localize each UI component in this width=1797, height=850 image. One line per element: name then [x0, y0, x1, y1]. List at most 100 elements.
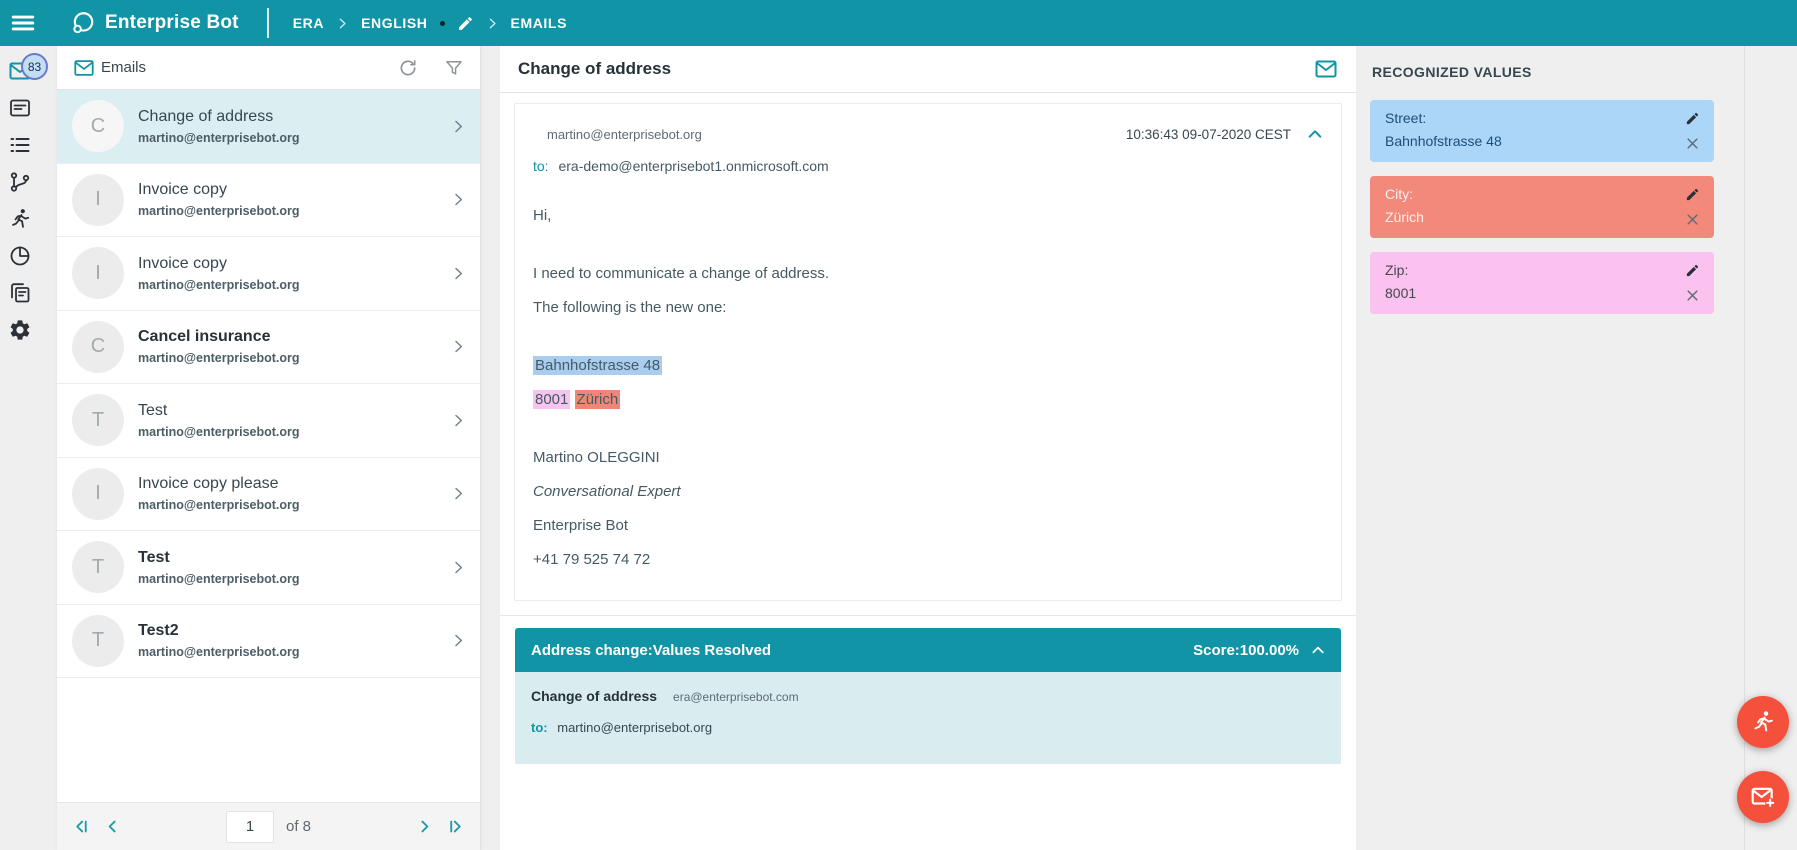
body-line: +41 79 525 74 72	[533, 548, 1323, 572]
email-list-item[interactable]: T Test2 martino@enterprisebot.org	[57, 604, 480, 678]
open-email-button[interactable]	[1314, 57, 1338, 81]
note-card-icon	[8, 96, 32, 120]
topbar-divider	[266, 8, 269, 38]
rail-item-entities[interactable]	[8, 132, 48, 158]
to-label: to:	[533, 158, 549, 174]
intent-title: Address change:Values Resolved	[531, 641, 772, 659]
body-line: Bahnhofstrasse 48	[533, 354, 1323, 378]
breadcrumb-item-era[interactable]: ERA	[293, 15, 324, 31]
rail-item-emails[interactable]: 83	[8, 53, 48, 84]
collapse-intent-button[interactable]	[1311, 643, 1325, 657]
remove-value-button[interactable]	[1685, 136, 1700, 151]
edit-value-button[interactable]	[1685, 111, 1700, 126]
email-card: martino@enterprisebot.org 10:36:43 09-07…	[514, 103, 1342, 601]
runner-icon	[1750, 709, 1776, 735]
value-card-value: Bahnhofstrasse 48	[1385, 133, 1502, 149]
page-next-icon	[416, 818, 433, 835]
breadcrumb-chevron-icon	[336, 17, 349, 30]
email-row-texts: Test2 martino@enterprisebot.org	[138, 622, 451, 659]
refresh-button[interactable]	[398, 58, 418, 78]
first-page-button[interactable]	[73, 818, 90, 835]
rail-item-training[interactable]	[8, 206, 48, 232]
email-row-sender: martino@enterprisebot.org	[138, 498, 300, 513]
compose-email-fab[interactable]	[1737, 771, 1789, 823]
chevron-right-icon	[451, 413, 466, 428]
breadcrumb: ERA ENGLISH EMAILS	[293, 15, 567, 32]
next-page-button[interactable]	[416, 818, 433, 835]
email-row-sender: martino@enterprisebot.org	[138, 277, 300, 292]
recipient-address: era-demo@enterprisebot1.onmicrosoft.com	[558, 158, 829, 174]
value-card-texts: Zip: 8001	[1385, 262, 1683, 304]
resolved-subject: Change of address	[531, 688, 658, 704]
email-row-texts: Change of address martino@enterprisebot.o…	[138, 108, 451, 145]
body-text: I need to communicate a change of addres…	[533, 265, 830, 282]
email-list-panel: Emails C Change of address martino@enterpr…	[57, 46, 481, 850]
training-fab[interactable]	[1737, 696, 1789, 748]
refresh-icon	[398, 58, 418, 78]
page-number-input[interactable]	[225, 810, 274, 843]
email-rows: C Change of address martino@enterprisebot.…	[57, 90, 480, 802]
email-list-header: Emails	[57, 46, 480, 90]
body-text: Conversational Expert	[533, 483, 681, 500]
email-list-item[interactable]: I Invoice copy martino@enterprisebot.org	[57, 163, 480, 237]
value-card-street: Street: Bahnhofstrasse 48	[1370, 100, 1714, 162]
pagination-center: of 8	[135, 810, 402, 843]
resolved-recipient-row: to: martino@enterprisebot.org	[531, 720, 1325, 735]
remove-value-button[interactable]	[1685, 288, 1700, 303]
email-row-sender: martino@enterprisebot.org	[138, 130, 300, 145]
collapse-email-button[interactable]	[1307, 126, 1323, 142]
email-row-sender: martino@enterprisebot.org	[138, 351, 300, 366]
email-list-item[interactable]: C Cancel insurance martino@enterprisebot.o…	[57, 310, 480, 384]
recognized-values-panel: RECOGNIZED VALUES Street: Bahnhofstrasse …	[1356, 46, 1797, 850]
body-text: Hi,	[533, 207, 552, 224]
pie-chart-icon	[8, 244, 32, 268]
avatar: T	[72, 541, 124, 594]
email-row-texts: Test martino@enterprisebot.org	[138, 549, 451, 586]
email-row-texts: Cancel insurance martino@enterprisebot.or…	[138, 328, 451, 365]
envelope-plus-icon	[1750, 784, 1776, 810]
rail-item-settings[interactable]	[8, 317, 48, 343]
email-meta-row: martino@enterprisebot.org 10:36:43 09-07…	[533, 126, 1323, 142]
edit-value-button[interactable]	[1685, 187, 1700, 202]
left-icon-rail: 83	[0, 46, 57, 850]
filter-button[interactable]	[444, 58, 464, 78]
email-list-item[interactable]: T Test martino@enterprisebot.org	[57, 384, 480, 458]
previous-page-button[interactable]	[104, 818, 121, 835]
chevron-right-icon	[451, 266, 466, 281]
intent-banner[interactable]: Address change:Values Resolved Score:100…	[515, 628, 1341, 672]
remove-value-button[interactable]	[1685, 212, 1700, 227]
recipient-row: to: era-demo@enterprisebot1.onmicrosoft.…	[533, 158, 1323, 174]
breadcrumb-item-english[interactable]: ENGLISH	[361, 15, 427, 31]
email-timestamp: 10:36:43 09-07-2020 CEST	[1125, 126, 1291, 142]
email-row-title: Invoice copy	[138, 181, 227, 199]
page-count-label: of 8	[285, 818, 312, 835]
edit-language-button[interactable]	[457, 15, 474, 32]
body-line: 8001 Zürich	[533, 388, 1323, 412]
body-line: Conversational Expert	[533, 480, 1323, 504]
email-row-sender: martino@enterprisebot.org	[138, 571, 300, 586]
rail-item-templates[interactable]	[8, 280, 48, 306]
body-line: The following is the new one:	[533, 296, 1323, 320]
value-card-zip: Zip: 8001	[1370, 252, 1714, 314]
email-list-item[interactable]: C Change of address martino@enterprisebot.…	[57, 90, 480, 164]
documents-icon	[8, 281, 32, 305]
edit-value-button[interactable]	[1685, 263, 1700, 278]
hamburger-menu-button[interactable]	[0, 0, 46, 46]
brand: Enterprise Bot	[70, 10, 239, 36]
avatar: C	[72, 100, 124, 153]
email-list-item[interactable]: I Invoice copy please martino@enterprisebo…	[57, 457, 480, 531]
last-page-button[interactable]	[447, 818, 464, 835]
chevron-up-icon	[1307, 126, 1323, 142]
rail-item-responses[interactable]	[8, 95, 48, 121]
chevron-right-icon	[451, 119, 466, 134]
chevron-right-icon	[451, 560, 466, 575]
resolved-recipient: martino@enterprisebot.org	[557, 720, 713, 735]
gear-icon	[8, 318, 32, 342]
email-list-title: Emails	[101, 59, 147, 76]
email-list-item[interactable]: I Invoice copy martino@enterprisebot.org	[57, 237, 480, 311]
resolved-subject-row: Change of address era@enterprisebot.com	[531, 688, 1325, 704]
rail-item-analytics[interactable]	[8, 243, 48, 269]
rail-item-flows[interactable]	[8, 169, 48, 195]
email-list-item[interactable]: T Test martino@enterprisebot.org	[57, 531, 480, 605]
breadcrumb-item-emails[interactable]: EMAILS	[511, 15, 568, 31]
